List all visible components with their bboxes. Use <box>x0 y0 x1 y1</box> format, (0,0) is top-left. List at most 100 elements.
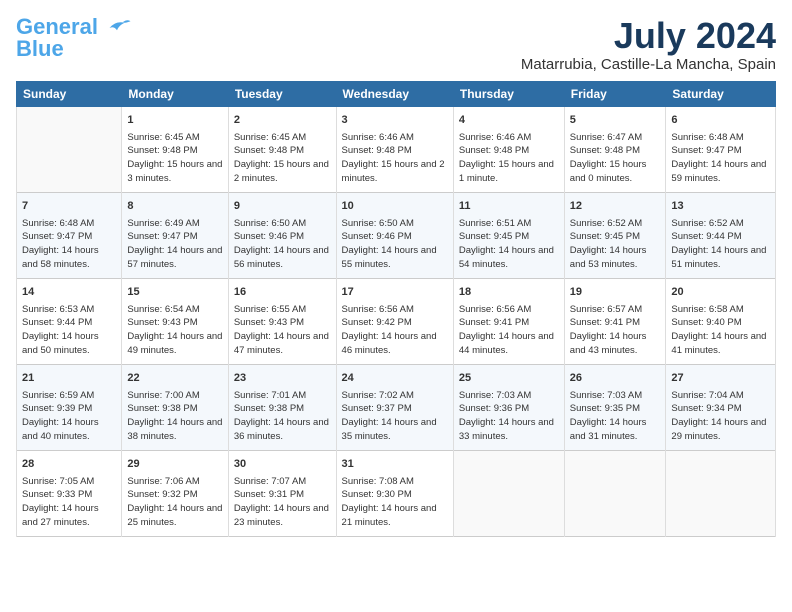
calendar-cell: 7 Sunrise: 6:48 AMSunset: 9:47 PMDaylight… <box>17 192 122 278</box>
day-info: Sunrise: 7:05 AMSunset: 9:33 PMDaylight:… <box>22 475 116 530</box>
calendar-cell <box>666 450 776 536</box>
day-info: Sunrise: 7:01 AMSunset: 9:38 PMDaylight:… <box>234 389 331 444</box>
day-number: 9 <box>234 199 331 215</box>
day-info: Sunrise: 7:03 AMSunset: 9:35 PMDaylight:… <box>570 389 661 444</box>
day-info: Sunrise: 6:45 AMSunset: 9:48 PMDaylight:… <box>127 131 222 186</box>
header-day-saturday: Saturday <box>666 81 776 106</box>
day-number: 24 <box>342 371 448 387</box>
day-number: 7 <box>22 199 116 215</box>
day-number: 22 <box>127 371 222 387</box>
day-number: 20 <box>671 285 770 301</box>
header-day-monday: Monday <box>122 81 228 106</box>
calendar-cell: 11 Sunrise: 6:51 AMSunset: 9:45 PMDayligh… <box>453 192 564 278</box>
day-number: 2 <box>234 113 331 129</box>
header-day-tuesday: Tuesday <box>228 81 336 106</box>
day-number: 15 <box>127 285 222 301</box>
day-number: 10 <box>342 199 448 215</box>
calendar-week-row: 14Sunrise: 6:53 AMSunset: 9:44 PMDayligh… <box>17 278 776 364</box>
header-day-thursday: Thursday <box>453 81 564 106</box>
calendar-week-row: 7 Sunrise: 6:48 AMSunset: 9:47 PMDaylight… <box>17 192 776 278</box>
calendar-cell: 6 Sunrise: 6:48 AMSunset: 9:47 PMDaylight… <box>666 106 776 192</box>
calendar-header-row: SundayMondayTuesdayWednesdayThursdayFrid… <box>17 81 776 106</box>
calendar-cell: 20Sunrise: 6:58 AMSunset: 9:40 PMDayligh… <box>666 278 776 364</box>
day-info: Sunrise: 6:52 AMSunset: 9:45 PMDaylight:… <box>570 217 661 272</box>
calendar-cell: 16 Sunrise: 6:55 AMSunset: 9:43 PMDayligh… <box>228 278 336 364</box>
day-number: 18 <box>459 285 559 301</box>
day-info: Sunrise: 6:56 AMSunset: 9:41 PMDaylight:… <box>459 303 559 358</box>
day-info: Sunrise: 6:51 AMSunset: 9:45 PMDaylight:… <box>459 217 559 272</box>
day-number: 12 <box>570 199 661 215</box>
calendar-cell: 23Sunrise: 7:01 AMSunset: 9:38 PMDayligh… <box>228 364 336 450</box>
day-number: 19 <box>570 285 661 301</box>
calendar-week-row: 21Sunrise: 6:59 AMSunset: 9:39 PMDayligh… <box>17 364 776 450</box>
calendar-cell: 10 Sunrise: 6:50 AMSunset: 9:46 PMDayligh… <box>336 192 453 278</box>
day-info: Sunrise: 6:47 AMSunset: 9:48 PMDaylight:… <box>570 131 661 186</box>
calendar-cell: 18 Sunrise: 6:56 AMSunset: 9:41 PMDayligh… <box>453 278 564 364</box>
logo-bird-icon <box>102 13 132 43</box>
day-info: Sunrise: 6:48 AMSunset: 9:47 PMDaylight:… <box>22 217 116 272</box>
calendar-cell <box>453 450 564 536</box>
calendar-cell: 14Sunrise: 6:53 AMSunset: 9:44 PMDayligh… <box>17 278 122 364</box>
calendar-cell: 8 Sunrise: 6:49 AMSunset: 9:47 PMDaylight… <box>122 192 228 278</box>
day-info: Sunrise: 6:55 AMSunset: 9:43 PMDaylight:… <box>234 303 331 358</box>
day-number: 28 <box>22 457 116 473</box>
day-info: Sunrise: 6:48 AMSunset: 9:47 PMDaylight:… <box>671 131 770 186</box>
calendar-cell: 24 Sunrise: 7:02 AMSunset: 9:37 PMDayligh… <box>336 364 453 450</box>
title-block: July 2024 Matarrubia, Castille-La Mancha… <box>521 16 776 73</box>
day-info: Sunrise: 7:04 AMSunset: 9:34 PMDaylight:… <box>671 389 770 444</box>
calendar-week-row: 28 Sunrise: 7:05 AMSunset: 9:33 PMDayligh… <box>17 450 776 536</box>
day-number: 30 <box>234 457 331 473</box>
calendar-cell: 15Sunrise: 6:54 AMSunset: 9:43 PMDayligh… <box>122 278 228 364</box>
day-info: Sunrise: 6:50 AMSunset: 9:46 PMDaylight:… <box>342 217 448 272</box>
day-info: Sunrise: 7:02 AMSunset: 9:37 PMDaylight:… <box>342 389 448 444</box>
day-number: 13 <box>671 199 770 215</box>
day-info: Sunrise: 6:49 AMSunset: 9:47 PMDaylight:… <box>127 217 222 272</box>
day-number: 29 <box>127 457 222 473</box>
day-number: 16 <box>234 285 331 301</box>
day-number: 5 <box>570 113 661 129</box>
day-info: Sunrise: 7:07 AMSunset: 9:31 PMDaylight:… <box>234 475 331 530</box>
day-info: Sunrise: 6:46 AMSunset: 9:48 PMDaylight:… <box>459 131 559 186</box>
day-number: 31 <box>342 457 448 473</box>
day-number: 4 <box>459 113 559 129</box>
day-info: Sunrise: 6:59 AMSunset: 9:39 PMDaylight:… <box>22 389 116 444</box>
calendar-cell: 1Sunrise: 6:45 AMSunset: 9:48 PMDaylight… <box>122 106 228 192</box>
day-number: 17 <box>342 285 448 301</box>
day-info: Sunrise: 6:46 AMSunset: 9:48 PMDaylight:… <box>342 131 448 186</box>
calendar-cell: 21Sunrise: 6:59 AMSunset: 9:39 PMDayligh… <box>17 364 122 450</box>
calendar-cell <box>17 106 122 192</box>
logo: GeneralBlue <box>16 16 132 60</box>
day-info: Sunrise: 7:03 AMSunset: 9:36 PMDaylight:… <box>459 389 559 444</box>
calendar-cell: 27Sunrise: 7:04 AMSunset: 9:34 PMDayligh… <box>666 364 776 450</box>
day-info: Sunrise: 6:45 AMSunset: 9:48 PMDaylight:… <box>234 131 331 186</box>
day-number: 25 <box>459 371 559 387</box>
header-day-friday: Friday <box>564 81 666 106</box>
logo-text: GeneralBlue <box>16 16 98 60</box>
month-year-title: July 2024 <box>521 16 776 56</box>
calendar-table: SundayMondayTuesdayWednesdayThursdayFrid… <box>16 81 776 537</box>
calendar-cell: 12 Sunrise: 6:52 AMSunset: 9:45 PMDayligh… <box>564 192 666 278</box>
header-day-wednesday: Wednesday <box>336 81 453 106</box>
calendar-cell: 31Sunrise: 7:08 AMSunset: 9:30 PMDayligh… <box>336 450 453 536</box>
calendar-cell: 13 Sunrise: 6:52 AMSunset: 9:44 PMDayligh… <box>666 192 776 278</box>
day-number: 6 <box>671 113 770 129</box>
calendar-cell: 22Sunrise: 7:00 AMSunset: 9:38 PMDayligh… <box>122 364 228 450</box>
day-number: 8 <box>127 199 222 215</box>
day-number: 11 <box>459 199 559 215</box>
calendar-cell: 3 Sunrise: 6:46 AMSunset: 9:48 PMDaylight… <box>336 106 453 192</box>
day-info: Sunrise: 6:52 AMSunset: 9:44 PMDaylight:… <box>671 217 770 272</box>
header-day-sunday: Sunday <box>17 81 122 106</box>
day-info: Sunrise: 6:56 AMSunset: 9:42 PMDaylight:… <box>342 303 448 358</box>
calendar-cell: 2 Sunrise: 6:45 AMSunset: 9:48 PMDaylight… <box>228 106 336 192</box>
calendar-cell: 29Sunrise: 7:06 AMSunset: 9:32 PMDayligh… <box>122 450 228 536</box>
page-header: GeneralBlue July 2024 Matarrubia, Castil… <box>16 16 776 73</box>
day-number: 3 <box>342 113 448 129</box>
calendar-cell: 19 Sunrise: 6:57 AMSunset: 9:41 PMDayligh… <box>564 278 666 364</box>
calendar-cell: 30 Sunrise: 7:07 AMSunset: 9:31 PMDayligh… <box>228 450 336 536</box>
day-info: Sunrise: 6:57 AMSunset: 9:41 PMDaylight:… <box>570 303 661 358</box>
day-number: 14 <box>22 285 116 301</box>
calendar-cell: 28 Sunrise: 7:05 AMSunset: 9:33 PMDayligh… <box>17 450 122 536</box>
day-info: Sunrise: 6:50 AMSunset: 9:46 PMDaylight:… <box>234 217 331 272</box>
calendar-cell: 25 Sunrise: 7:03 AMSunset: 9:36 PMDayligh… <box>453 364 564 450</box>
calendar-cell <box>564 450 666 536</box>
